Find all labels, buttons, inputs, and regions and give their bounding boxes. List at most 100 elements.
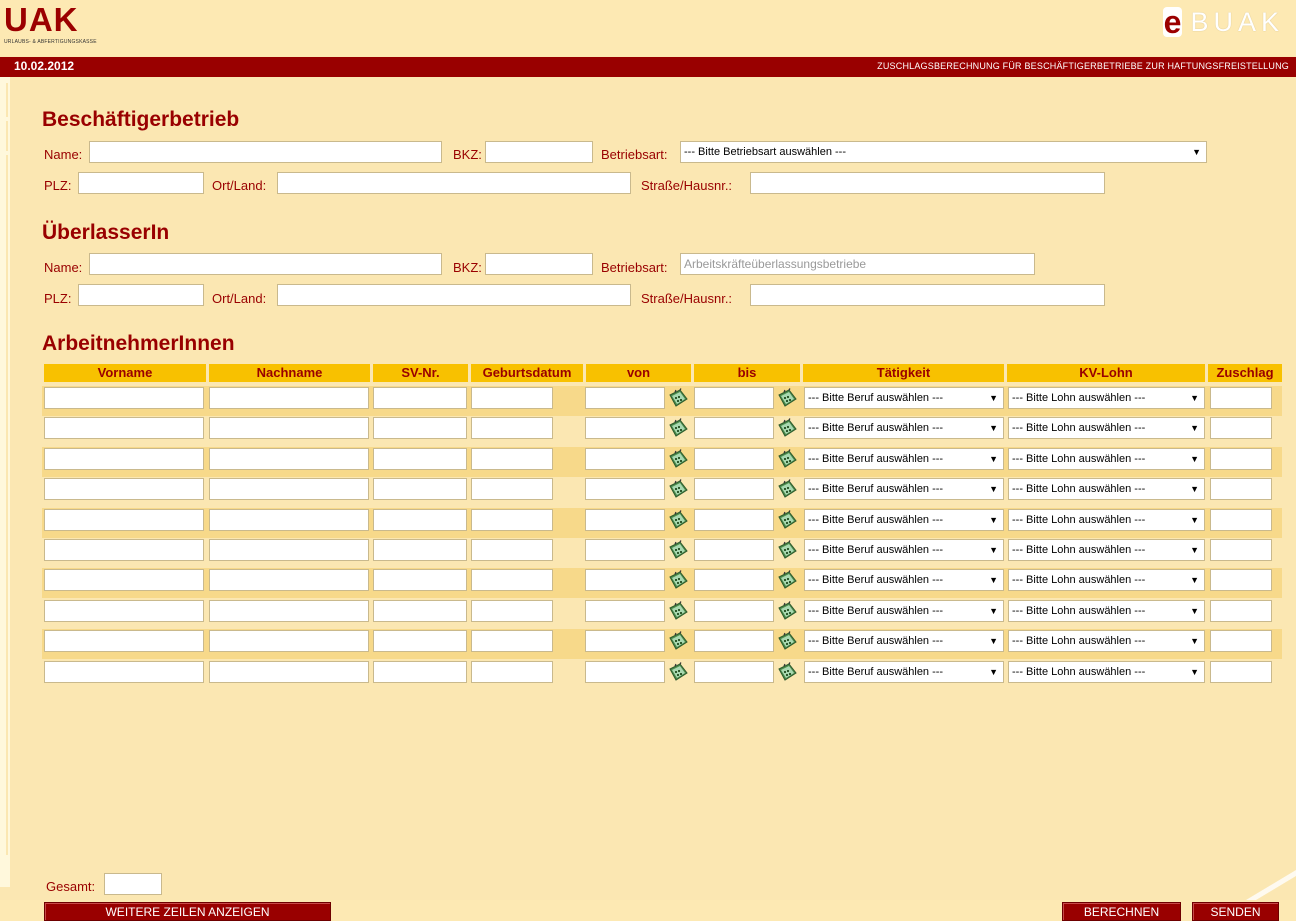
calendar-icon[interactable] — [776, 509, 798, 531]
calendar-icon[interactable] — [776, 539, 798, 561]
geburtsdatum-input[interactable] — [471, 448, 553, 470]
calendar-icon[interactable] — [667, 600, 689, 622]
svnr-input[interactable] — [373, 448, 467, 470]
lohn-select[interactable]: --- Bitte Lohn auswählen --- ▼ — [1008, 417, 1205, 439]
vorname-input[interactable] — [44, 387, 204, 409]
calendar-icon[interactable] — [667, 387, 689, 409]
svnr-input[interactable] — [373, 600, 467, 622]
geburtsdatum-input[interactable] — [471, 509, 553, 531]
lohn-select[interactable]: --- Bitte Lohn auswählen --- ▼ — [1008, 600, 1205, 622]
gesamt-total-field[interactable] — [104, 873, 162, 895]
calendar-icon[interactable] — [776, 478, 798, 500]
ueberlasser-ort-input[interactable] — [277, 284, 631, 306]
beruf-select[interactable]: --- Bitte Beruf auswählen --- ▼ — [804, 448, 1004, 470]
geburtsdatum-input[interactable] — [471, 569, 553, 591]
zuschlag-input[interactable] — [1210, 539, 1272, 561]
vorname-input[interactable] — [44, 509, 204, 531]
bis-date-input[interactable] — [694, 478, 774, 500]
geburtsdatum-input[interactable] — [471, 661, 553, 683]
lohn-select[interactable]: --- Bitte Lohn auswählen --- ▼ — [1008, 569, 1205, 591]
beruf-select[interactable]: --- Bitte Beruf auswählen --- ▼ — [804, 539, 1004, 561]
beruf-select[interactable]: --- Bitte Beruf auswählen --- ▼ — [804, 661, 1004, 683]
geburtsdatum-input[interactable] — [471, 478, 553, 500]
beruf-select[interactable]: --- Bitte Beruf auswählen --- ▼ — [804, 600, 1004, 622]
nachname-input[interactable] — [209, 539, 369, 561]
zuschlag-input[interactable] — [1210, 448, 1272, 470]
calendar-icon[interactable] — [667, 569, 689, 591]
lohn-select[interactable]: --- Bitte Lohn auswählen --- ▼ — [1008, 509, 1205, 531]
von-date-input[interactable] — [585, 387, 665, 409]
beschaeftiger-bkz-input[interactable] — [485, 141, 593, 163]
vorname-input[interactable] — [44, 661, 204, 683]
ueberlasser-plz-input[interactable] — [78, 284, 204, 306]
svnr-input[interactable] — [373, 569, 467, 591]
calendar-icon[interactable] — [776, 417, 798, 439]
svnr-input[interactable] — [373, 661, 467, 683]
calendar-icon[interactable] — [667, 509, 689, 531]
beruf-select[interactable]: --- Bitte Beruf auswählen --- ▼ — [804, 509, 1004, 531]
von-date-input[interactable] — [585, 417, 665, 439]
svnr-input[interactable] — [373, 509, 467, 531]
calendar-icon[interactable] — [776, 387, 798, 409]
geburtsdatum-input[interactable] — [471, 539, 553, 561]
calendar-icon[interactable] — [776, 630, 798, 652]
geburtsdatum-input[interactable] — [471, 630, 553, 652]
nachname-input[interactable] — [209, 478, 369, 500]
lohn-select[interactable]: --- Bitte Lohn auswählen --- ▼ — [1008, 387, 1205, 409]
svnr-input[interactable] — [373, 417, 467, 439]
beruf-select[interactable]: --- Bitte Beruf auswählen --- ▼ — [804, 569, 1004, 591]
calendar-icon[interactable] — [776, 448, 798, 470]
von-date-input[interactable] — [585, 509, 665, 531]
bis-date-input[interactable] — [694, 661, 774, 683]
vorname-input[interactable] — [44, 478, 204, 500]
bis-date-input[interactable] — [694, 630, 774, 652]
lohn-select[interactable]: --- Bitte Lohn auswählen --- ▼ — [1008, 478, 1205, 500]
nachname-input[interactable] — [209, 509, 369, 531]
von-date-input[interactable] — [585, 478, 665, 500]
calendar-icon[interactable] — [776, 661, 798, 683]
beschaeftiger-name-input[interactable] — [89, 141, 442, 163]
calculate-button[interactable]: BERECHNEN — [1062, 902, 1181, 921]
von-date-input[interactable] — [585, 448, 665, 470]
ueberlasser-bkz-input[interactable] — [485, 253, 593, 275]
geburtsdatum-input[interactable] — [471, 600, 553, 622]
beschaeftiger-ort-input[interactable] — [277, 172, 631, 194]
von-date-input[interactable] — [585, 600, 665, 622]
more-rows-button[interactable]: WEITERE ZEILEN ANZEIGEN — [44, 902, 331, 921]
geburtsdatum-input[interactable] — [471, 387, 553, 409]
zuschlag-input[interactable] — [1210, 387, 1272, 409]
ueberlasser-strasse-input[interactable] — [750, 284, 1105, 306]
zuschlag-input[interactable] — [1210, 417, 1272, 439]
calendar-icon[interactable] — [667, 478, 689, 500]
von-date-input[interactable] — [585, 630, 665, 652]
beschaeftiger-betriebsart-select[interactable]: --- Bitte Betriebsart auswählen --- ▼ — [680, 141, 1207, 163]
bis-date-input[interactable] — [694, 600, 774, 622]
lohn-select[interactable]: --- Bitte Lohn auswählen --- ▼ — [1008, 630, 1205, 652]
beschaeftiger-plz-input[interactable] — [78, 172, 204, 194]
calendar-icon[interactable] — [776, 569, 798, 591]
nachname-input[interactable] — [209, 417, 369, 439]
lohn-select[interactable]: --- Bitte Lohn auswählen --- ▼ — [1008, 661, 1205, 683]
bis-date-input[interactable] — [694, 448, 774, 470]
ueberlasser-name-input[interactable] — [89, 253, 442, 275]
beschaeftiger-strasse-input[interactable] — [750, 172, 1105, 194]
zuschlag-input[interactable] — [1210, 478, 1272, 500]
nachname-input[interactable] — [209, 661, 369, 683]
nachname-input[interactable] — [209, 600, 369, 622]
calendar-icon[interactable] — [667, 417, 689, 439]
nachname-input[interactable] — [209, 387, 369, 409]
zuschlag-input[interactable] — [1210, 509, 1272, 531]
von-date-input[interactable] — [585, 661, 665, 683]
vorname-input[interactable] — [44, 417, 204, 439]
zuschlag-input[interactable] — [1210, 600, 1272, 622]
beruf-select[interactable]: --- Bitte Beruf auswählen --- ▼ — [804, 478, 1004, 500]
nachname-input[interactable] — [209, 448, 369, 470]
vorname-input[interactable] — [44, 448, 204, 470]
von-date-input[interactable] — [585, 539, 665, 561]
zuschlag-input[interactable] — [1210, 661, 1272, 683]
bis-date-input[interactable] — [694, 417, 774, 439]
lohn-select[interactable]: --- Bitte Lohn auswählen --- ▼ — [1008, 539, 1205, 561]
geburtsdatum-input[interactable] — [471, 417, 553, 439]
svnr-input[interactable] — [373, 630, 467, 652]
zuschlag-input[interactable] — [1210, 569, 1272, 591]
